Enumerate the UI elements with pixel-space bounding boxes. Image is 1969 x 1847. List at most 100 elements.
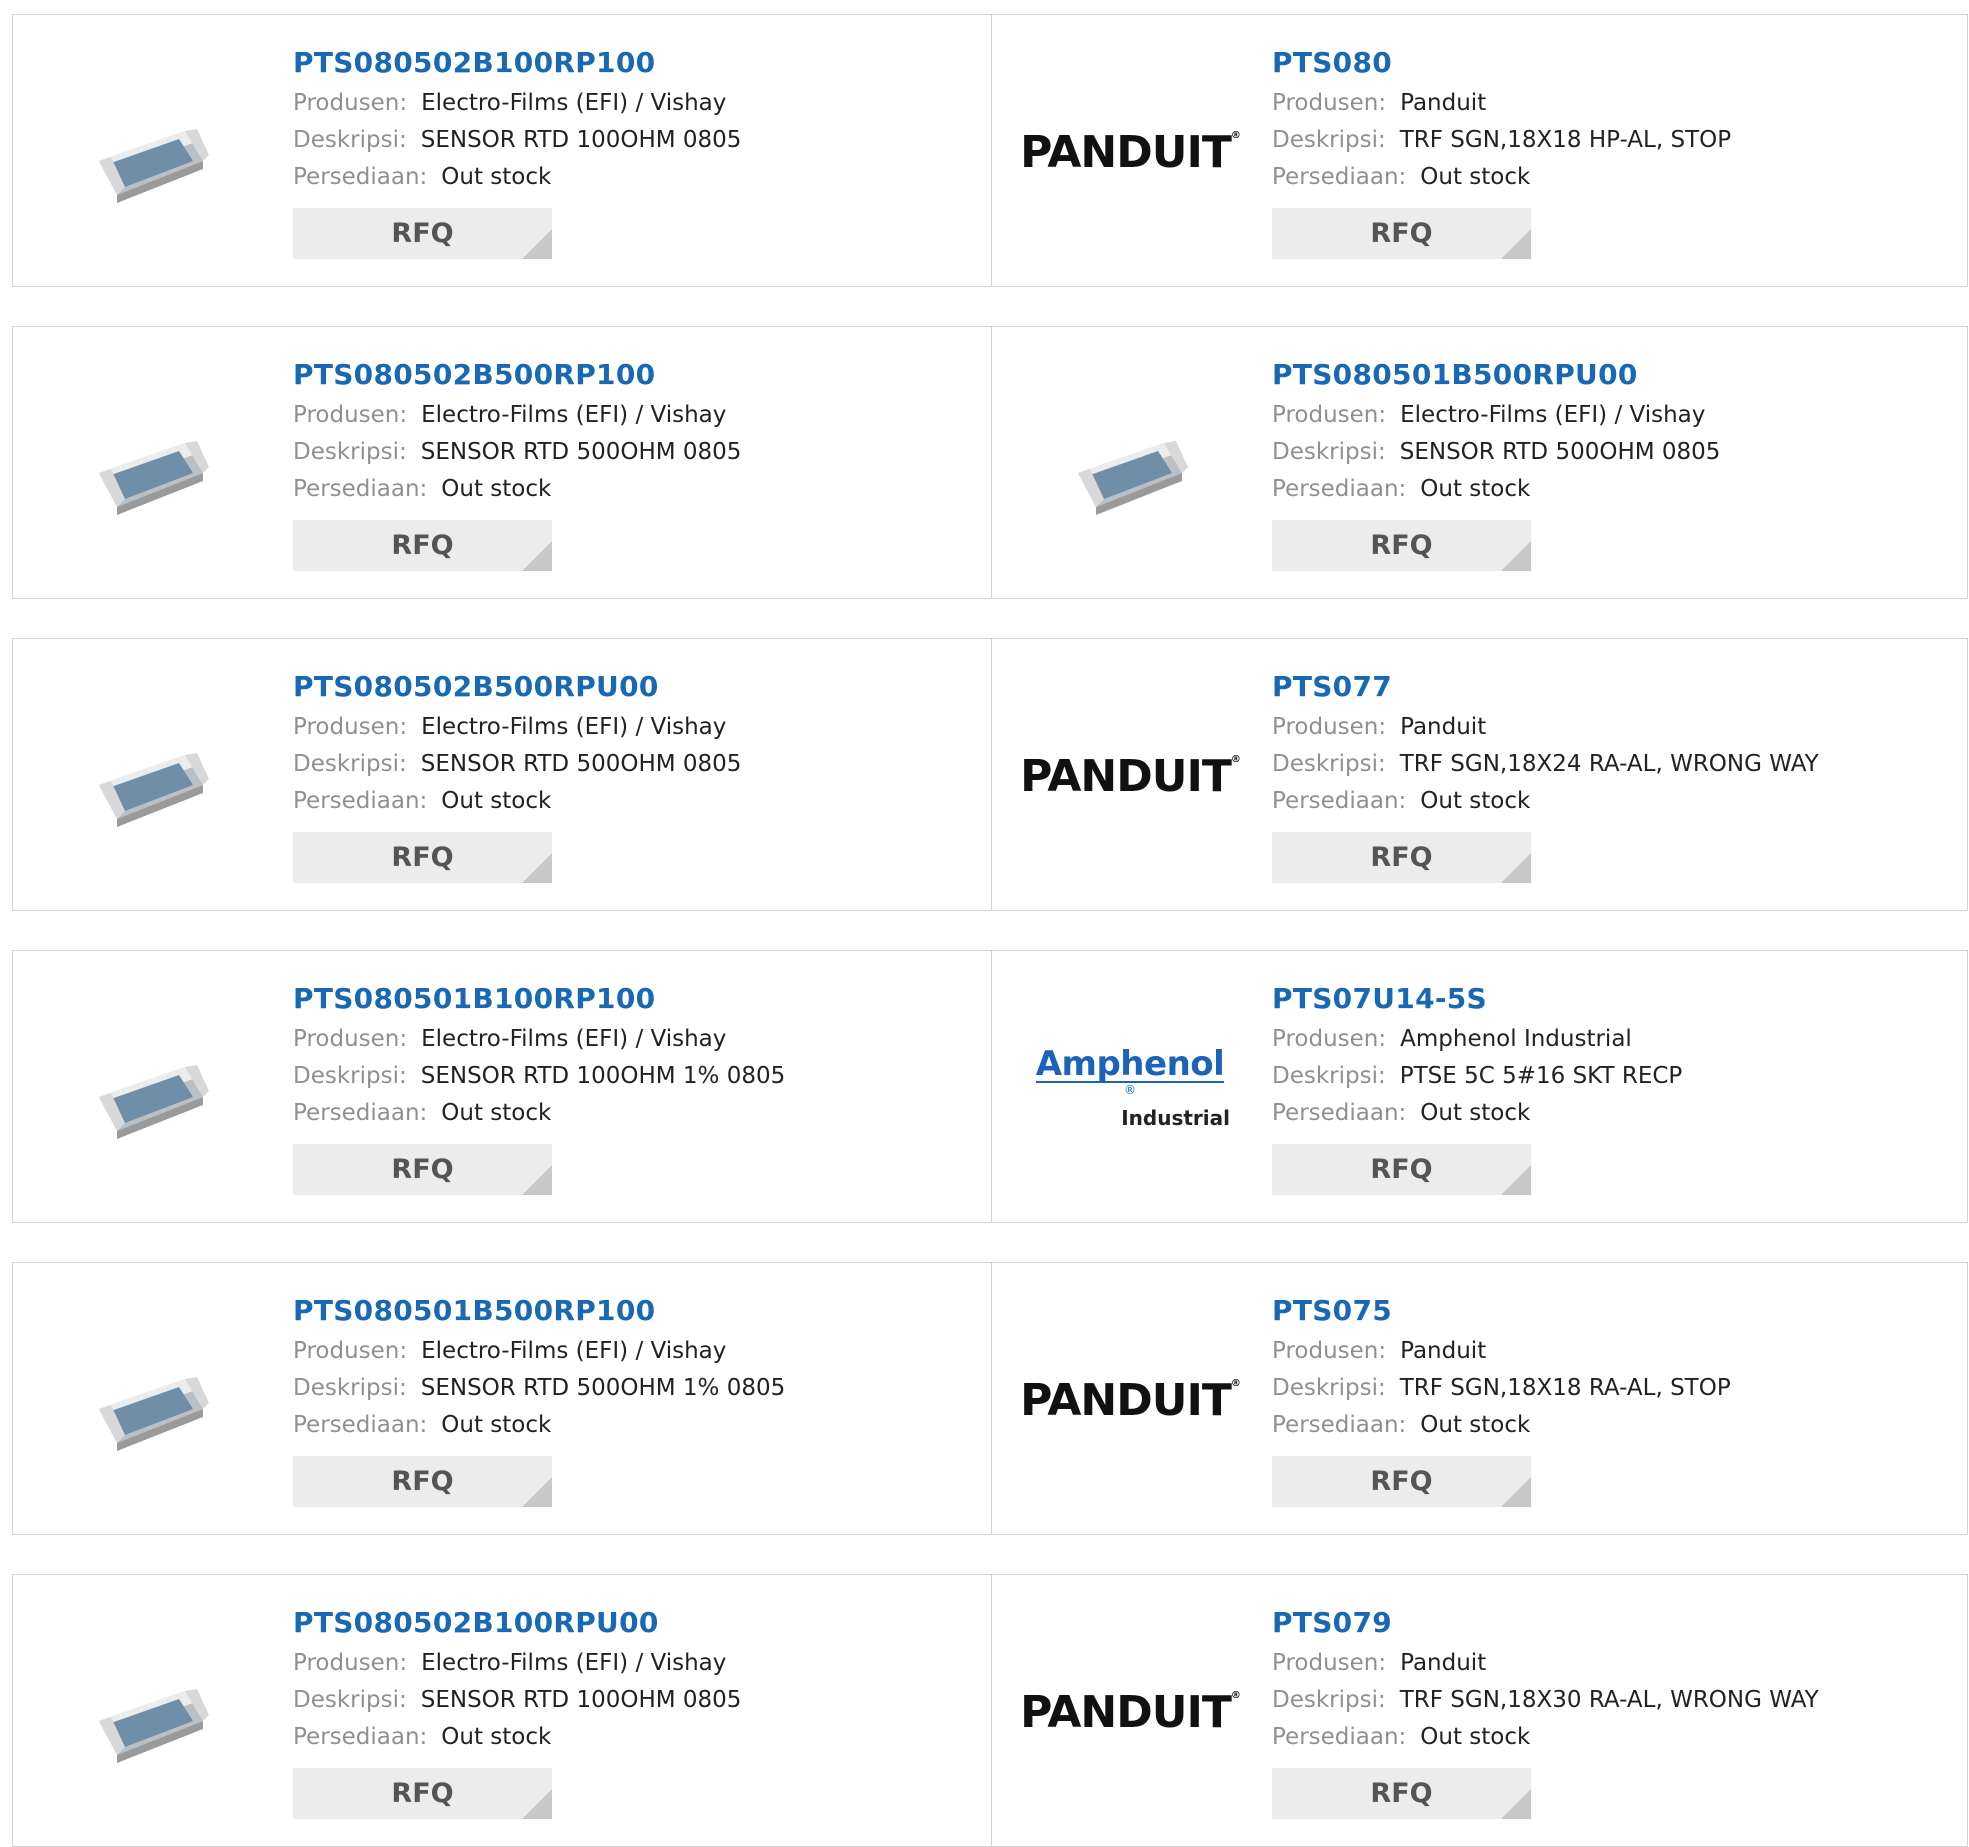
- rfq-button[interactable]: RFQ: [1272, 1144, 1531, 1195]
- part-number-link[interactable]: PTS075: [1272, 1291, 1731, 1333]
- corner-triangle-icon: [1501, 853, 1531, 883]
- part-number-link[interactable]: PTS080502B100RPU00: [293, 1603, 741, 1645]
- part-number-link[interactable]: PTS080501B100RP100: [293, 979, 785, 1021]
- rfq-button[interactable]: RFQ: [293, 1456, 552, 1507]
- description-value: TRF SGN,18X30 RA-AL, WRONG WAY: [1399, 1687, 1819, 1713]
- corner-triangle-icon: [522, 1477, 552, 1507]
- part-number-link[interactable]: PTS079: [1272, 1603, 1819, 1645]
- stock-value: Out stock: [441, 788, 552, 814]
- description-label: Deskripsi:: [293, 751, 407, 777]
- part-number-link[interactable]: PTS07U14-5S: [1272, 979, 1682, 1021]
- description-line: Deskripsi: TRF SGN,18X18 RA-AL, STOP: [1272, 1370, 1731, 1407]
- manufacturer-label: Produsen:: [293, 1026, 408, 1052]
- description-value: PTSE 5C 5#16 SKT RECP: [1399, 1063, 1683, 1089]
- part-number-link[interactable]: PTS080502B500RP100: [293, 355, 741, 397]
- rfq-button[interactable]: RFQ: [293, 832, 552, 883]
- part-number-link[interactable]: PTS080501B500RP100: [293, 1291, 785, 1333]
- manufacturer-value: Panduit: [1400, 90, 1487, 116]
- manufacturer-label: Produsen:: [293, 1338, 408, 1364]
- product-card: PTS080501B500RP100 Produsen: Electro-Film…: [13, 1263, 991, 1534]
- rfq-button[interactable]: RFQ: [293, 208, 552, 259]
- part-number-link[interactable]: PTS080502B100RP100: [293, 43, 741, 85]
- product-row: PTS080502B100RP100 Produsen: Electro-Film…: [12, 14, 1968, 287]
- stock-value: Out stock: [441, 1724, 552, 1750]
- description-value: SENSOR RTD 100OHM 0805: [420, 127, 742, 153]
- stock-label: Persediaan:: [1272, 1412, 1407, 1438]
- manufacturer-value: Electro-Films (EFI) / Vishay: [421, 1026, 727, 1052]
- product-image[interactable]: Amphenol® Industrial: [1030, 1011, 1230, 1167]
- amphenol-logo: Amphenol® Industrial: [1035, 1044, 1230, 1130]
- product-card: PANDUIT® PTS077 Produsen: Panduit Deskrip…: [991, 639, 1969, 910]
- product-image[interactable]: PANDUIT®: [1020, 1635, 1241, 1791]
- description-value: SENSOR RTD 500OHM 0805: [1399, 439, 1721, 465]
- stock-label: Persediaan:: [1272, 164, 1407, 190]
- description-line: Deskripsi: TRF SGN,18X30 RA-AL, WRONG WAY: [1272, 1682, 1819, 1719]
- panduit-logo: PANDUIT®: [1020, 751, 1241, 802]
- corner-triangle-icon: [522, 1789, 552, 1819]
- rfq-button[interactable]: RFQ: [1272, 520, 1531, 571]
- product-image[interactable]: PANDUIT®: [1020, 75, 1241, 231]
- product-row: PTS080502B500RPU00 Produsen: Electro-Film…: [12, 638, 1968, 911]
- product-card: Amphenol® Industrial PTS07U14-5S Produse…: [991, 951, 1969, 1222]
- description-value: TRF SGN,18X18 HP-AL, STOP: [1399, 127, 1732, 153]
- product-info: PTS080502B100RPU00 Produsen: Electro-Film…: [293, 1603, 741, 1819]
- description-line: Deskripsi: SENSOR RTD 500OHM 0805: [1272, 434, 1720, 471]
- corner-triangle-icon: [522, 853, 552, 883]
- stock-value: Out stock: [1420, 476, 1531, 502]
- chip-resistor-image: [99, 753, 209, 827]
- stock-value: Out stock: [1420, 1724, 1531, 1750]
- product-image[interactable]: [1030, 387, 1230, 543]
- rfq-button[interactable]: RFQ: [1272, 1456, 1531, 1507]
- part-number-link[interactable]: PTS080501B500RPU00: [1272, 355, 1720, 397]
- rfq-button[interactable]: RFQ: [293, 1768, 552, 1819]
- product-image[interactable]: [51, 75, 251, 231]
- product-card: PTS080501B500RPU00 Produsen: Electro-Film…: [991, 327, 1969, 598]
- stock-label: Persediaan:: [293, 1100, 428, 1126]
- manufacturer-value: Electro-Films (EFI) / Vishay: [1400, 402, 1706, 428]
- product-image[interactable]: PANDUIT®: [1020, 1323, 1241, 1479]
- rfq-button[interactable]: RFQ: [293, 520, 552, 571]
- corner-triangle-icon: [522, 229, 552, 259]
- product-image[interactable]: [51, 1011, 251, 1167]
- description-label: Deskripsi:: [1272, 1687, 1386, 1713]
- manufacturer-line: Produsen: Amphenol Industrial: [1272, 1021, 1682, 1058]
- manufacturer-value: Electro-Films (EFI) / Vishay: [421, 90, 727, 116]
- product-image[interactable]: [51, 387, 251, 543]
- stock-line: Persediaan: Out stock: [293, 1407, 785, 1444]
- rfq-button[interactable]: RFQ: [293, 1144, 552, 1195]
- product-row: PTS080501B100RP100 Produsen: Electro-Film…: [12, 950, 1968, 1223]
- part-number-link[interactable]: PTS080: [1272, 43, 1731, 85]
- stock-label: Persediaan:: [293, 788, 428, 814]
- description-value: SENSOR RTD 500OHM 1% 0805: [420, 1375, 786, 1401]
- description-label: Deskripsi:: [293, 1687, 407, 1713]
- chip-resistor-image: [99, 1065, 209, 1139]
- description-line: Deskripsi: TRF SGN,18X24 RA-AL, WRONG WAY: [1272, 746, 1819, 783]
- manufacturer-line: Produsen: Electro-Films (EFI) / Vishay: [293, 1021, 785, 1058]
- manufacturer-value: Amphenol Industrial: [1400, 1026, 1632, 1052]
- stock-label: Persediaan:: [1272, 788, 1407, 814]
- manufacturer-line: Produsen: Electro-Films (EFI) / Vishay: [293, 1645, 741, 1682]
- rfq-button[interactable]: RFQ: [1272, 1768, 1531, 1819]
- product-image[interactable]: [51, 1635, 251, 1791]
- description-label: Deskripsi:: [1272, 1375, 1386, 1401]
- stock-line: Persediaan: Out stock: [293, 471, 741, 508]
- stock-label: Persediaan:: [293, 164, 428, 190]
- rfq-button[interactable]: RFQ: [1272, 208, 1531, 259]
- product-image[interactable]: PANDUIT®: [1020, 699, 1241, 855]
- manufacturer-value: Electro-Films (EFI) / Vishay: [421, 1650, 727, 1676]
- product-image[interactable]: [51, 1323, 251, 1479]
- stock-label: Persediaan:: [1272, 1724, 1407, 1750]
- stock-line: Persediaan: Out stock: [1272, 159, 1731, 196]
- chip-resistor-image: [1078, 441, 1188, 515]
- manufacturer-line: Produsen: Panduit: [1272, 1645, 1819, 1682]
- manufacturer-label: Produsen:: [1272, 1338, 1387, 1364]
- product-image[interactable]: [51, 699, 251, 855]
- part-number-link[interactable]: PTS080502B500RPU00: [293, 667, 741, 709]
- chip-resistor-image: [99, 441, 209, 515]
- part-number-link[interactable]: PTS077: [1272, 667, 1819, 709]
- stock-line: Persediaan: Out stock: [1272, 1095, 1682, 1132]
- description-value: SENSOR RTD 500OHM 0805: [420, 439, 742, 465]
- stock-line: Persediaan: Out stock: [1272, 1407, 1731, 1444]
- manufacturer-label: Produsen:: [293, 714, 408, 740]
- rfq-button[interactable]: RFQ: [1272, 832, 1531, 883]
